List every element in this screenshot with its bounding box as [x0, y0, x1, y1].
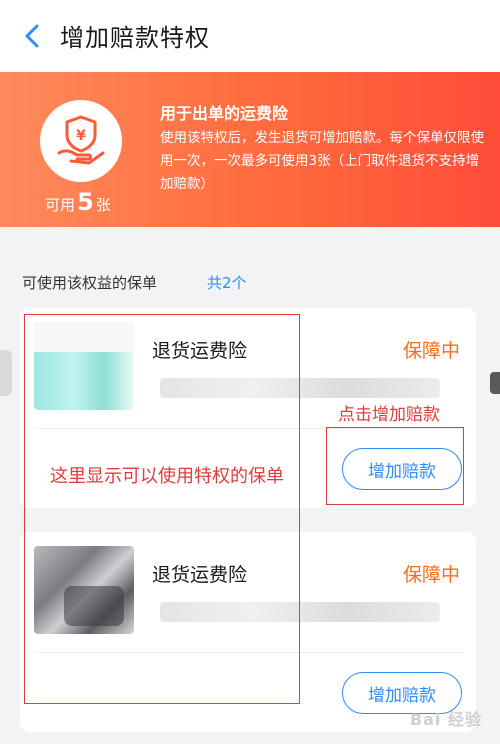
annotation-note-policies: 这里显示可以使用特权的保单: [50, 466, 284, 487]
banner-description: 使用该特权后，发生退货可增加赔款。每个保单仅限使用一次，一次最多可使用3张（上门…: [160, 130, 484, 192]
policy-status: 保障中: [402, 340, 460, 362]
edge-artifact-right: [490, 372, 500, 394]
annotation-note-button: 点击增加赔款: [338, 405, 440, 425]
shield-money-hand-icon: ¥: [57, 115, 105, 165]
list-heading: 可使用该权益的保单: [22, 274, 158, 292]
watermark: Bai 经验: [409, 710, 482, 729]
list-count: 共2个: [207, 274, 247, 292]
available-prefix: 可用: [45, 196, 76, 214]
edge-artifact-left: [0, 350, 12, 396]
policy-status: 保障中: [402, 564, 460, 586]
banner-title: 用于出单的运费险: [160, 104, 289, 123]
privilege-badge: ¥: [40, 100, 122, 182]
available-suffix: 张: [95, 196, 111, 214]
available-count: 可用 5 张: [45, 188, 111, 216]
annotation-box-policies: [24, 314, 300, 704]
back-button[interactable]: [18, 22, 46, 50]
available-number: 5: [77, 188, 94, 216]
svg-text:¥: ¥: [76, 128, 86, 144]
chevron-left-icon: [25, 24, 39, 48]
page-title: 增加赔款特权: [60, 24, 210, 52]
privilege-banner: ¥ 可用 5 张 用于出单的运费险 使用该特权后，发生退货可增加赔款。每个保单仅…: [0, 72, 500, 227]
top-bar: 增加赔款特权: [0, 0, 500, 72]
annotation-box-button: [326, 427, 464, 505]
